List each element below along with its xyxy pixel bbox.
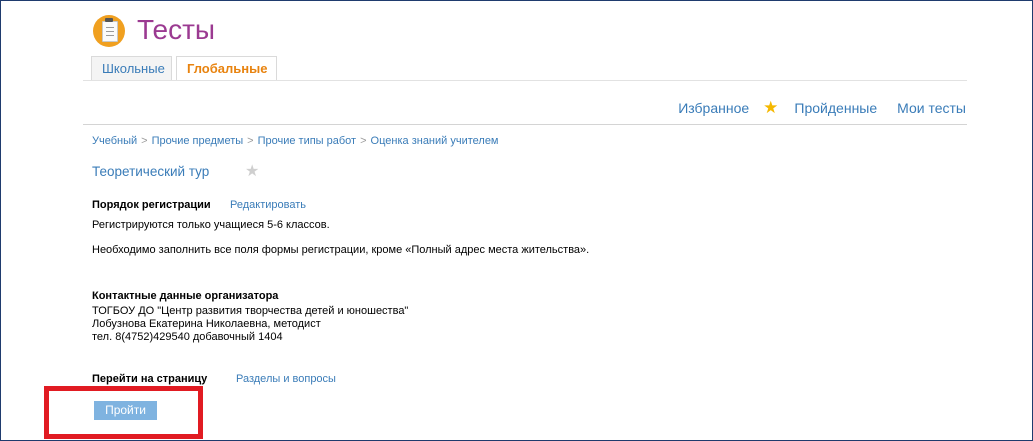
favorite-star-icon[interactable]: ★ xyxy=(245,161,259,181)
contacts-label: Контактные данные организатора xyxy=(92,290,279,302)
my-tests-link[interactable]: Мои тесты xyxy=(897,100,966,116)
page-frame: Тесты Школьные Глобальные Избранное ★ Пр… xyxy=(0,0,1033,441)
highlight-box xyxy=(44,386,203,439)
breadcrumb-item[interactable]: Прочие типы работ xyxy=(258,135,357,147)
notepad-icon xyxy=(93,15,125,47)
tab-global[interactable]: Глобальные xyxy=(176,56,277,81)
tab-divider xyxy=(83,80,967,81)
registration-text-1: Регистрируются только учащиеся 5-6 класс… xyxy=(92,219,330,231)
breadcrumb-item[interactable]: Прочие предметы xyxy=(152,135,244,147)
edit-link[interactable]: Редактировать xyxy=(230,199,306,211)
breadcrumb-separator: > xyxy=(360,135,367,147)
breadcrumb-separator: > xyxy=(141,135,148,147)
page-title: Тесты xyxy=(137,14,216,45)
breadcrumb: Учебный > Прочие предметы > Прочие типы рабо… xyxy=(92,135,499,147)
breadcrumb-separator: > xyxy=(247,135,254,147)
registration-label: Порядок регистрации xyxy=(92,199,211,211)
goto-label: Перейти на страницу xyxy=(92,373,208,385)
breadcrumb-item[interactable]: Оценка знаний учителем xyxy=(371,135,499,147)
top-nav: Избранное ★ Пройденные Мои тесты xyxy=(678,98,966,118)
completed-link[interactable]: Пройденные xyxy=(794,100,877,116)
star-icon[interactable]: ★ xyxy=(763,98,778,118)
contacts-line: ТОГБОУ ДО "Центр развития творчества дет… xyxy=(92,305,409,317)
sections-link[interactable]: Разделы и вопросы xyxy=(236,373,336,385)
favorites-link[interactable]: Избранное xyxy=(678,100,749,116)
tab-school[interactable]: Школьные xyxy=(91,56,172,80)
test-name: Теоретический тур xyxy=(92,164,210,179)
contacts-line: Лобузнова Екатерина Николаевна, методист xyxy=(92,318,321,330)
nav-divider xyxy=(83,124,967,125)
breadcrumb-item[interactable]: Учебный xyxy=(92,135,137,147)
registration-text-2: Необходимо заполнить все поля формы реги… xyxy=(92,244,590,256)
contacts-line: тел. 8(4752)429540 добавочный 1404 xyxy=(92,331,283,343)
